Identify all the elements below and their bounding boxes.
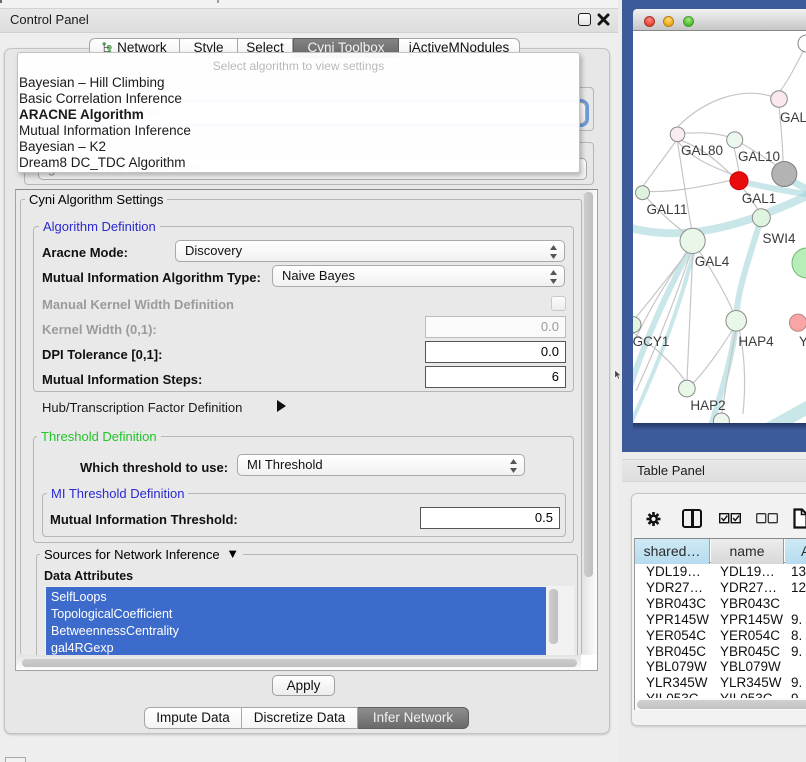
svg-text:HAP4: HAP4 — [738, 334, 774, 349]
svg-text:SWI4: SWI4 — [762, 231, 795, 246]
svg-text:GAL80: GAL80 — [681, 143, 723, 158]
svg-text:GCY1: GCY1 — [633, 334, 669, 349]
svg-text:Y: Y — [799, 334, 806, 349]
svg-text:GAL1: GAL1 — [742, 191, 777, 206]
svg-text:GAL4: GAL4 — [695, 254, 730, 269]
svg-text:GAL11: GAL11 — [646, 202, 687, 217]
svg-text:GAL10: GAL10 — [738, 149, 780, 164]
svg-text:HAP2: HAP2 — [690, 398, 725, 413]
svg-text:GAL: GAL — [780, 110, 806, 125]
